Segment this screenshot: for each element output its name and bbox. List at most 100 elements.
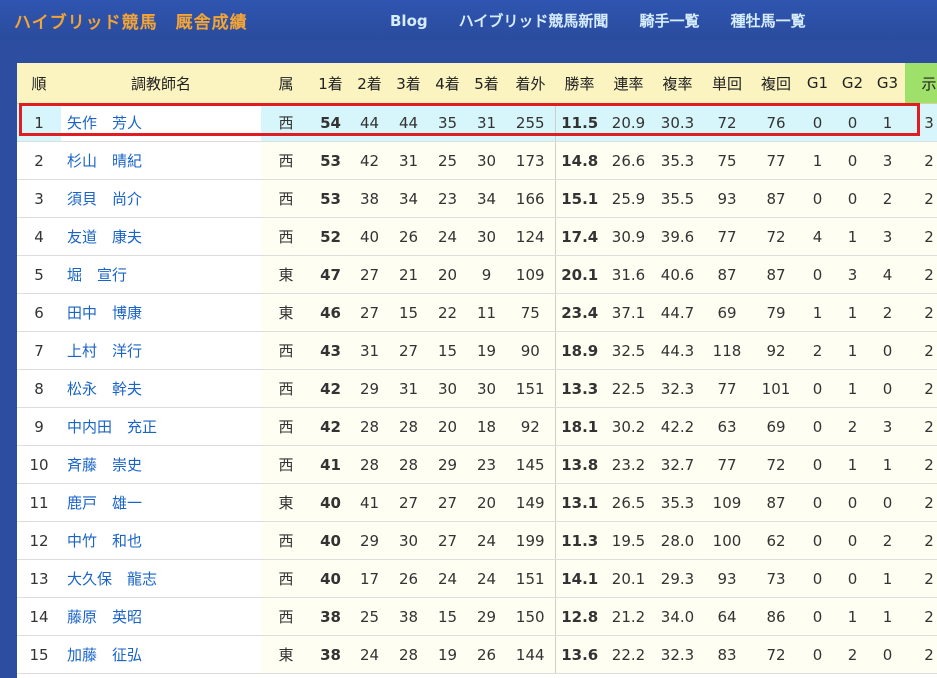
table-row[interactable]: 11 鹿戸 雄一東 40 41 27 27 20 149 13.1 26.5 35.3 109 87 0 0… (17, 483, 937, 522)
cell-col-g1: 0 (800, 179, 835, 218)
cell-col-place-rate: 32.3 (653, 369, 702, 408)
cell-col-trainer-name[interactable]: 友道 康夫 (61, 217, 261, 256)
nav-blog[interactable]: Blog (390, 12, 428, 30)
cell-col-4th: 15 (428, 597, 467, 636)
cell-col-trainer-name[interactable]: 中内田 充正 (61, 407, 261, 446)
cell-col-win-rate: 15.1 (554, 179, 604, 218)
cell-col-place-rate: 44.3 (653, 331, 702, 370)
cell-col-win-rate: 18.9 (554, 331, 604, 370)
cell-col-win-return: 72 (702, 103, 752, 142)
cell-col-extra: 2 (905, 255, 937, 294)
header-col-extra[interactable]: 示 (905, 63, 937, 104)
cell-col-others: 149 (506, 483, 555, 522)
cell-col-g2: 1 (835, 445, 870, 484)
table-row[interactable]: 6 田中 博康東 46 27 15 22 11 75 23.4 37.1 44.7 69 79 1 1 2 2 (17, 293, 937, 332)
cell-col-2nd: 40 (350, 217, 389, 256)
cell-col-g1: 0 (800, 255, 835, 294)
cell-col-win-rate: 13.3 (554, 369, 604, 408)
cell-col-quinella-rate: 19.5 (604, 521, 653, 560)
header-col-place-return[interactable]: 複回 (752, 63, 800, 104)
cell-col-2nd: 24 (350, 635, 389, 674)
table-row[interactable]: 3 須貝 尚介西 53 38 34 23 34 166 15.1 25.9 35.5 93 87 0 0 2 2 (17, 179, 937, 218)
cell-col-g1: 2 (800, 331, 835, 370)
nav-jockeys[interactable]: 騎手一覧 (640, 12, 700, 30)
cell-col-region: 西 (261, 559, 311, 598)
cell-col-trainer-name[interactable]: 大久保 龍志 (61, 559, 261, 598)
cell-col-trainer-name[interactable]: 加藤 征弘 (61, 635, 261, 674)
header-col-rank[interactable]: 順 (17, 63, 61, 104)
cell-col-trainer-name[interactable]: 杉山 晴紀 (61, 141, 261, 180)
table-row[interactable]: 12 中竹 和也西 40 29 30 27 24 199 11.3 19.5 28.0 100 62 0 0… (17, 521, 937, 560)
nav-sires[interactable]: 種牡馬一覧 (731, 12, 806, 30)
cell-col-g2: 0 (835, 559, 870, 598)
cell-col-place-rate: 29.3 (653, 559, 702, 598)
table-row[interactable]: 10 斉藤 崇史西 41 28 28 29 23 145 13.8 23.2 32.7 77 72 0 1 1… (17, 445, 937, 484)
cell-col-trainer-name[interactable]: 鹿戸 雄一 (61, 483, 261, 522)
header-col-4th[interactable]: 4着 (428, 63, 467, 104)
cell-col-extra: 2 (905, 445, 937, 484)
cell-col-win-rate: 14.1 (554, 559, 604, 598)
cell-col-trainer-name[interactable]: 矢作 芳人 (61, 103, 261, 142)
site-header: ハイブリッド競馬 厩舎成績 Blog ハイブリッド競馬新聞 騎手一覧 種牡馬一覧 (0, 0, 937, 40)
cell-col-trainer-name[interactable]: 上村 洋行 (61, 331, 261, 370)
cell-col-place-rate: 32.7 (653, 445, 702, 484)
cell-col-4th: 15 (428, 331, 467, 370)
header-col-win-return[interactable]: 単回 (702, 63, 752, 104)
header-col-g1[interactable]: G1 (800, 63, 835, 104)
site-brand[interactable]: ハイブリッド競馬 厩舎成績 (14, 8, 248, 33)
table-row[interactable]: 5堀 宣行東 47 27 21 20 9 109 20.1 31.6 40.6 87 87 0 3 4 2 (17, 255, 937, 294)
cell-col-3rd: 15 (389, 293, 428, 332)
cell-col-win-rate: 11.3 (554, 521, 604, 560)
cell-col-win-rate: 18.1 (554, 407, 604, 446)
cell-col-trainer-name[interactable]: 藤原 英昭 (61, 597, 261, 636)
header-col-1st[interactable]: 1着 (311, 63, 350, 104)
header-col-3rd[interactable]: 3着 (389, 63, 428, 104)
header-col-others[interactable]: 着外 (506, 63, 555, 104)
cell-col-trainer-name[interactable]: 田中 博康 (61, 293, 261, 332)
cell-col-g1: 0 (800, 369, 835, 408)
cell-col-5th: 19 (467, 331, 506, 370)
table-row[interactable]: 9 中内田 充正西 42 28 28 20 18 92 18.1 30.2 42.2 63 69 0 2 3 2 (17, 407, 937, 446)
cell-col-4th: 25 (428, 141, 467, 180)
cell-col-trainer-name[interactable]: 斉藤 崇史 (61, 445, 261, 484)
cell-col-extra: 2 (905, 217, 937, 256)
cell-col-place-rate: 32.3 (653, 635, 702, 674)
cell-col-trainer-name[interactable]: 松永 幹夫 (61, 369, 261, 408)
table-row[interactable]: 1 矢作 芳人西 54 44 44 35 31 255 11.5 20.9 30.3 72 76 0 0 1 3 (17, 103, 937, 142)
cell-col-trainer-name[interactable]: 堀 宣行 (61, 255, 261, 294)
table-row[interactable]: 4 友道 康夫西 52 40 26 24 30 124 17.4 30.9 39.6 77 72 4 1 3 2 (17, 217, 937, 256)
cell-col-5th: 9 (467, 255, 506, 294)
table-row[interactable]: 8 松永 幹夫西 42 29 31 30 30 151 13.3 22.5 32.3 77 101 0 1 0… (17, 369, 937, 408)
table-row[interactable]: 14 藤原 英昭西 38 25 38 15 29 150 12.8 21.2 34.0 64 86 0 1 1… (17, 597, 937, 636)
cell-col-4th: 22 (428, 293, 467, 332)
cell-col-trainer-name[interactable]: 須貝 尚介 (61, 179, 261, 218)
table-row[interactable]: 13 大久保 龍志西 40 17 26 24 24 151 14.1 20.1 29.3 93 73 0 0… (17, 559, 937, 598)
header-col-quinella-rate[interactable]: 連率 (604, 63, 653, 104)
header-col-g2[interactable]: G2 (835, 63, 870, 104)
table-row[interactable]: 15 加藤 征弘東 38 24 28 19 26 144 13.6 22.2 32.3 83 72 0 2 0… (17, 635, 937, 674)
header-col-place-rate[interactable]: 複率 (653, 63, 702, 104)
table-row[interactable]: 7 上村 洋行西 43 31 27 15 19 90 18.9 32.5 44.3 118 92 2 1 0 2 (17, 331, 937, 370)
header-col-win-rate[interactable]: 勝率 (555, 63, 604, 104)
cell-col-place-rate: 30.3 (653, 103, 702, 142)
cell-col-g1: 0 (800, 559, 835, 598)
cell-col-3rd: 27 (389, 331, 428, 370)
header-col-trainer-name[interactable]: 調教師名 (61, 63, 261, 104)
header-col-5th[interactable]: 5着 (467, 63, 506, 104)
cell-col-rank: 11 (17, 483, 61, 522)
cell-col-extra: 2 (905, 597, 937, 636)
nav-newspaper[interactable]: ハイブリッド競馬新聞 (459, 12, 609, 30)
cell-col-rank: 2 (17, 141, 61, 180)
header-col-region[interactable]: 属 (261, 63, 311, 104)
cell-col-place-rate: 35.5 (653, 179, 702, 218)
header-col-2nd[interactable]: 2着 (350, 63, 389, 104)
cell-col-others: 92 (506, 407, 555, 446)
cell-col-region: 東 (261, 483, 311, 522)
header-col-g3[interactable]: G3 (870, 63, 905, 104)
table-row[interactable]: 2 杉山 晴紀西 53 42 31 25 30 173 14.8 26.6 35.3 75 77 1 0 3 2 (17, 141, 937, 180)
cell-col-trainer-name[interactable]: 中竹 和也 (61, 521, 261, 560)
cell-col-g2: 1 (835, 217, 870, 256)
cell-col-3rd: 28 (389, 407, 428, 446)
cell-col-win-rate: 13.8 (554, 445, 604, 484)
cell-col-extra: 3 (905, 103, 937, 142)
